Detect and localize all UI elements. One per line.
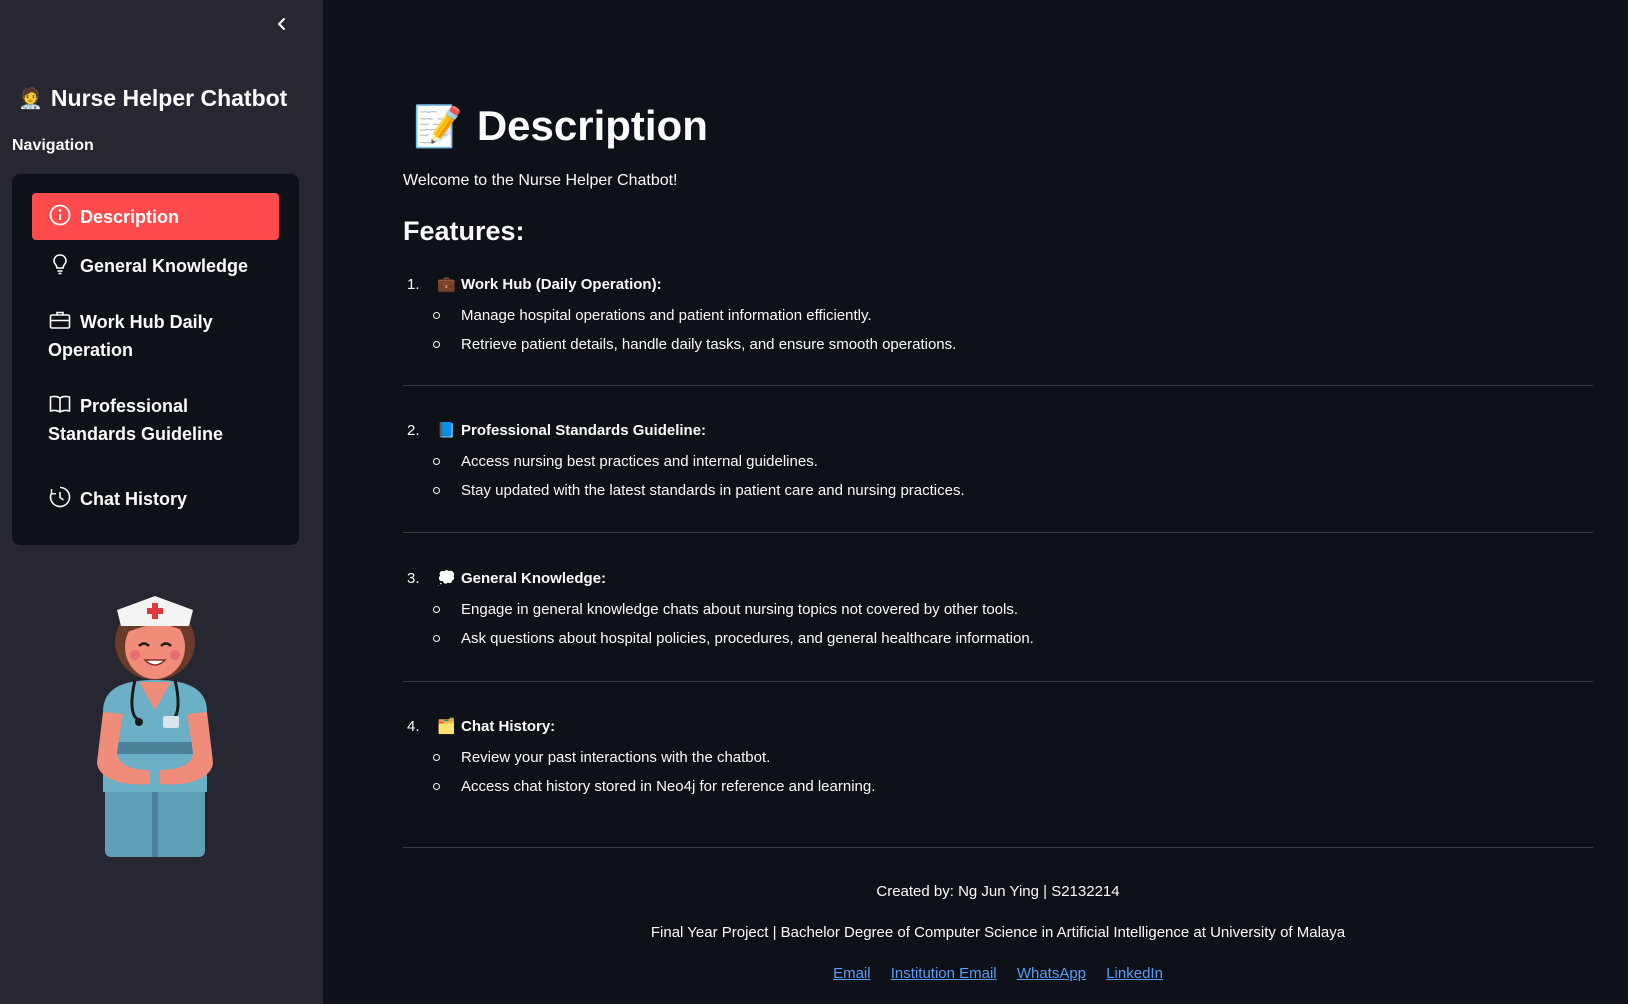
nav-item-description[interactable]: Description	[32, 193, 279, 240]
feature-number: 4.	[407, 717, 420, 735]
feature-bullet: Ask questions about hospital policies, p…	[403, 624, 1593, 653]
nav-item-label: Chat History	[80, 489, 188, 509]
chevron-left-icon	[278, 18, 285, 30]
lightbulb-icon	[53, 254, 67, 275]
app-title-text: Nurse Helper Chatbot	[50, 84, 288, 111]
footer-links: Email Institution Email WhatsApp LinkedI…	[403, 965, 1593, 982]
sidebar: 🧑‍⚕️ Nurse Helper Chatbot Navigation Des…	[0, 0, 323, 1004]
divider	[403, 681, 1593, 682]
clock-history-icon	[49, 486, 71, 508]
feature-title: Chat History:	[461, 717, 556, 735]
whatsapp-link[interactable]: WhatsApp	[1017, 965, 1086, 982]
feature-item: 4. 🗂️ Chat History: Review your past int…	[403, 714, 1593, 801]
navigation-menu: Description General Knowledge Work Hub D…	[12, 174, 299, 545]
divider	[403, 847, 1593, 848]
briefcase-emoji-icon: 💼	[437, 276, 456, 293]
institution-email-link[interactable]: Institution Email	[891, 965, 997, 982]
feature-bullet: Access nursing best practices and intern…	[403, 447, 1593, 476]
thought-bubble-emoji-icon: 💭	[437, 570, 456, 587]
info-circle-icon	[49, 204, 71, 226]
nav-item-label: Description	[80, 207, 180, 227]
feature-bullet: Review your past interactions with the c…	[403, 743, 1593, 772]
page-title-text: Description	[476, 102, 708, 149]
footer-created-by: Created by: Ng Jun Ying | S2132214	[876, 883, 1120, 900]
briefcase-icon	[49, 311, 71, 329]
feature-title: Professional Standards Guideline:	[461, 421, 707, 439]
navigation-heading: Navigation	[12, 137, 94, 154]
feature-number: 3.	[407, 569, 420, 587]
features-heading: Features:	[403, 216, 525, 246]
memo-emoji-icon: 📝	[413, 104, 463, 149]
nav-item-work-hub[interactable]: Work Hub Daily Operation	[32, 308, 279, 364]
card-index-emoji-icon: 🗂️	[437, 718, 456, 735]
main-content: 📝 Description Welcome to the Nurse Helpe…	[323, 0, 1628, 1004]
email-link[interactable]: Email	[833, 965, 871, 982]
feature-bullet: Stay updated with the latest standards i…	[403, 476, 1593, 505]
page-title: 📝 Description	[413, 98, 708, 154]
nav-item-general-knowledge[interactable]: General Knowledge	[32, 252, 279, 280]
collapse-sidebar-button[interactable]	[270, 12, 294, 36]
feature-number: 2.	[407, 421, 420, 439]
feature-bullet: Access chat history stored in Neo4j for …	[403, 772, 1593, 801]
nav-item-professional-standards[interactable]: Professional Standards Guideline	[32, 392, 279, 448]
welcome-text: Welcome to the Nurse Helper Chatbot!	[403, 172, 678, 189]
linkedin-link[interactable]: LinkedIn	[1106, 965, 1163, 982]
feature-bullet: Retrieve patient details, handle daily t…	[403, 330, 1593, 359]
divider	[403, 532, 1593, 533]
nav-item-label: Work Hub Daily Operation	[48, 312, 213, 360]
app-title: 🧑‍⚕️ Nurse Helper Chatbot	[18, 80, 287, 116]
nurse-emoji-icon: 🧑‍⚕️	[18, 87, 43, 110]
feature-bullet: Engage in general knowledge chats about …	[403, 595, 1593, 624]
feature-title: General Knowledge:	[461, 569, 607, 587]
nav-item-label: Professional Standards Guideline	[48, 396, 224, 444]
nav-item-label: General Knowledge	[80, 256, 249, 276]
feature-item: 2. 📘 Professional Standards Guideline: A…	[403, 418, 1593, 505]
nurse-illustration	[97, 596, 213, 857]
feature-item: 1. 💼 Work Hub (Daily Operation): Manage …	[403, 272, 1593, 359]
divider	[403, 385, 1593, 386]
footer-project: Final Year Project | Bachelor Degree of …	[650, 924, 1346, 941]
nav-item-chat-history[interactable]: Chat History	[32, 485, 279, 513]
feature-bullet: Manage hospital operations and patient i…	[403, 301, 1593, 330]
feature-title: Work Hub (Daily Operation):	[461, 275, 662, 293]
blue-book-emoji-icon: 📘	[437, 422, 456, 439]
feature-number: 1.	[407, 275, 420, 293]
feature-item: 3. 💭 General Knowledge: Engage in genera…	[403, 566, 1593, 653]
book-icon	[49, 395, 71, 413]
